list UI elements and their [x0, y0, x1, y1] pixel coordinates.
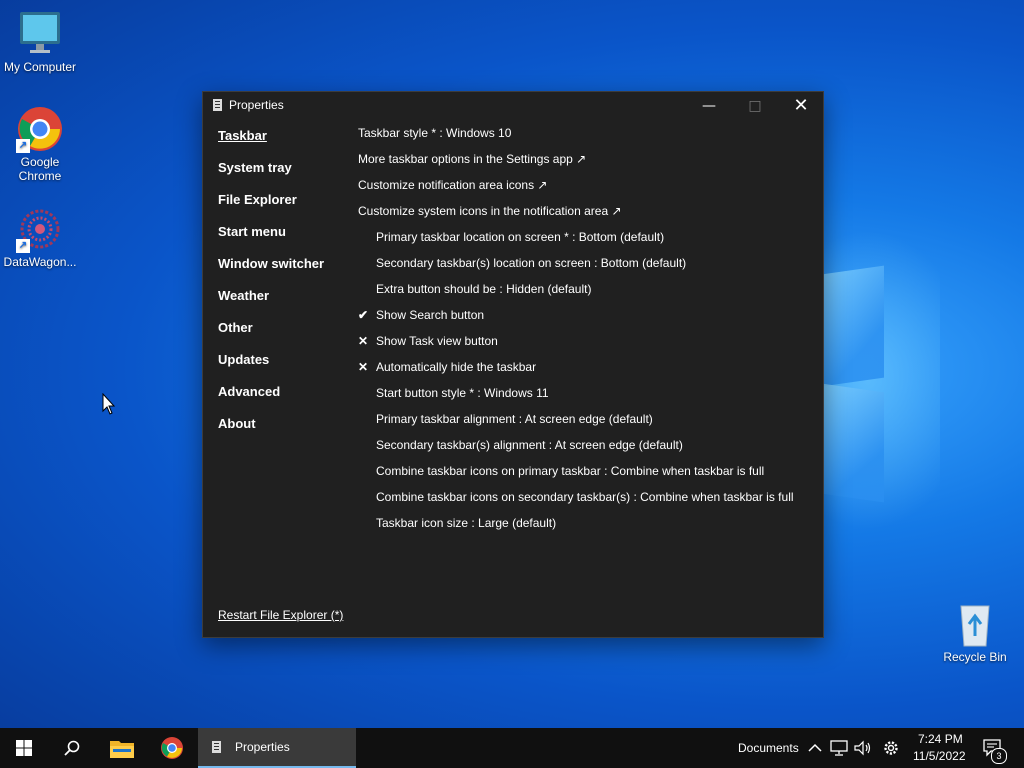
setting-combine-primary[interactable]: Combine taskbar icons on primary taskbar…	[358, 463, 794, 489]
checkmark-icon: ✔	[358, 308, 369, 322]
taskbar-properties[interactable]: Properties	[198, 728, 356, 768]
chrome-icon	[161, 737, 183, 759]
cross-icon: ✕	[358, 360, 369, 374]
chrome-icon: ↗	[16, 105, 64, 153]
setting-settings-app-link[interactable]: More taskbar options in the Settings app…	[358, 151, 794, 177]
start-button[interactable]	[0, 728, 48, 768]
wallpaper-logo-pane	[822, 265, 884, 387]
setting-primary-alignment[interactable]: Primary taskbar alignment : At screen ed…	[358, 411, 794, 437]
nav-item-taskbar[interactable]: Taskbar	[218, 128, 324, 160]
desktop-icon-label: Google Chrome	[18, 155, 62, 183]
setting-label: Show Search button	[376, 308, 485, 322]
setting-auto-hide-taskbar[interactable]: ✕ Automatically hide the taskbar	[358, 359, 794, 385]
desktop-icon-google-chrome[interactable]: ↗ Google Chrome	[0, 105, 80, 183]
close-button[interactable]: ✕	[778, 92, 824, 120]
network-icon[interactable]	[830, 740, 848, 756]
notification-count-badge: 3	[991, 748, 1007, 764]
taskbar-item-label: Properties	[235, 740, 290, 754]
cross-icon: ✕	[358, 334, 369, 348]
setting-label: Taskbar icon size : Large (default)	[376, 516, 557, 530]
setting-label: Primary taskbar location on screen * : B…	[376, 230, 665, 244]
setting-label: Extra button should be : Hidden (default…	[376, 282, 592, 296]
setting-icon-size[interactable]: Taskbar icon size : Large (default)	[358, 515, 794, 541]
nav-item-advanced[interactable]: Advanced	[218, 384, 324, 416]
setting-taskbar-style[interactable]: Taskbar style * : Windows 10	[358, 125, 794, 151]
setting-start-button-style[interactable]: Start button style * : Windows 11	[358, 385, 794, 411]
setting-label: Primary taskbar alignment : At screen ed…	[376, 412, 653, 426]
search-button[interactable]	[48, 728, 96, 768]
nav-item-other[interactable]: Other	[218, 320, 324, 352]
windows-logo-icon	[16, 740, 32, 756]
shortcut-arrow-icon: ↗	[16, 139, 30, 153]
wallpaper-logo-pane	[822, 383, 884, 503]
setting-primary-location[interactable]: Primary taskbar location on screen * : B…	[358, 229, 794, 255]
setting-label: Combine taskbar icons on secondary taskb…	[376, 490, 794, 504]
volume-icon[interactable]	[854, 740, 872, 756]
monitor-icon	[16, 10, 64, 58]
nav-item-updates[interactable]: Updates	[218, 352, 324, 384]
chevron-up-icon[interactable]	[808, 742, 822, 754]
setting-label: Automatically hide the taskbar	[376, 360, 537, 374]
folder-icon	[110, 741, 134, 758]
desktop-icon-label: My Computer	[3, 60, 77, 74]
datawagon-icon: ↗	[16, 205, 64, 253]
nav-item-window-switcher[interactable]: Window switcher	[218, 256, 324, 288]
properties-window: Properties — □ ✕ Taskbar System tray Fil…	[202, 91, 824, 638]
minimize-button[interactable]: —	[686, 92, 732, 120]
nav-item-system-tray[interactable]: System tray	[218, 160, 324, 192]
app-icon	[212, 741, 221, 753]
taskbar-chrome[interactable]	[148, 728, 196, 768]
desktop-icon-recycle-bin[interactable]: Recycle Bin	[935, 600, 1015, 664]
title-bar[interactable]: Properties — □ ✕	[203, 92, 823, 120]
nav-item-file-explorer[interactable]: File Explorer	[218, 192, 324, 224]
setting-combine-secondary[interactable]: Combine taskbar icons on secondary taskb…	[358, 489, 794, 515]
setting-label: Show Task view button	[376, 334, 498, 348]
gear-icon[interactable]	[882, 739, 900, 757]
setting-label: Customize notification area icons ↗	[358, 178, 548, 192]
desktop-icon-label: Recycle Bin	[943, 650, 1007, 664]
setting-secondary-alignment[interactable]: Secondary taskbar(s) alignment : At scre…	[358, 437, 794, 463]
sidebar-nav: Taskbar System tray File Explorer Start …	[218, 128, 324, 448]
shortcut-arrow-icon: ↗	[16, 239, 30, 253]
mouse-cursor-icon	[102, 393, 116, 415]
setting-label: More taskbar options in the Settings app…	[358, 152, 587, 166]
desktop-icon-datawagon[interactable]: ↗ DataWagon...	[0, 205, 80, 269]
setting-secondary-location[interactable]: Secondary taskbar(s) location on screen …	[358, 255, 794, 281]
desktop-icon-my-computer[interactable]: My Computer	[0, 10, 80, 74]
search-icon	[64, 740, 80, 756]
nav-item-start-menu[interactable]: Start menu	[218, 224, 324, 256]
taskbar-file-explorer[interactable]	[98, 728, 146, 768]
setting-label: Secondary taskbar(s) location on screen …	[376, 256, 687, 270]
clock-date[interactable]: 11/5/2022	[913, 749, 966, 763]
settings-list: Taskbar style * : Windows 10 More taskba…	[358, 125, 794, 541]
taskbar: Properties Documents 7:24 PM 11/5/2022 3	[0, 728, 1024, 768]
desktop-icon-label: DataWagon...	[3, 255, 77, 269]
setting-system-icons-link[interactable]: Customize system icons in the notificati…	[358, 203, 794, 229]
documents-toolbar[interactable]: Documents	[738, 741, 799, 755]
restart-explorer-link[interactable]: Restart File Explorer (*)	[218, 608, 343, 622]
app-icon	[213, 99, 222, 111]
setting-label: Customize system icons in the notificati…	[358, 204, 622, 218]
setting-label: Secondary taskbar(s) alignment : At scre…	[376, 438, 683, 452]
setting-label: Taskbar style * : Windows 10	[358, 126, 512, 140]
clock-time[interactable]: 7:24 PM	[918, 732, 963, 746]
nav-item-weather[interactable]: Weather	[218, 288, 324, 320]
setting-label: Combine taskbar icons on primary taskbar…	[376, 464, 765, 478]
maximize-button[interactable]: □	[732, 92, 778, 120]
recycle-bin-icon	[951, 600, 999, 648]
setting-show-task-view-button[interactable]: ✕ Show Task view button	[358, 333, 794, 359]
setting-notification-icons-link[interactable]: Customize notification area icons ↗	[358, 177, 794, 203]
setting-label: Start button style * : Windows 11	[376, 386, 549, 400]
setting-show-search-button[interactable]: ✔ Show Search button	[358, 307, 794, 333]
nav-item-about[interactable]: About	[218, 416, 324, 448]
setting-extra-button[interactable]: Extra button should be : Hidden (default…	[358, 281, 794, 307]
window-title: Properties	[229, 98, 284, 112]
